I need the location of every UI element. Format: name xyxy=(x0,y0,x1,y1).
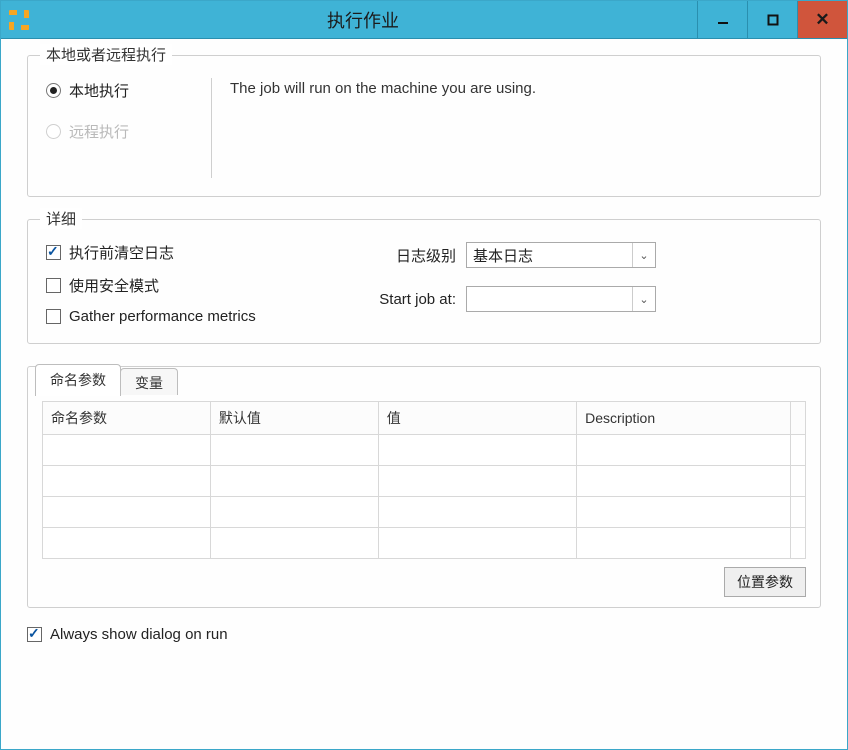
checkbox-always-show-dialog[interactable]: Always show dialog on run xyxy=(27,626,821,643)
checkbox-safe-mode[interactable]: 使用安全模式 xyxy=(46,275,356,296)
col-spacer xyxy=(790,402,805,435)
checkbox-icon xyxy=(27,627,42,642)
chevron-down-icon: ⌄ xyxy=(632,287,655,311)
chevron-down-icon: ⌄ xyxy=(632,243,655,267)
dialog-window: 执行作业 ✕ 本地或者远程执行 本地执行 远程执行 xyxy=(0,0,848,750)
table-row[interactable] xyxy=(43,466,806,497)
parameters-panel: 命名参数 变量 命名参数 默认值 值 Description xyxy=(27,366,821,608)
radio-label: 本地执行 xyxy=(69,80,129,101)
radio-icon xyxy=(46,124,61,139)
details-legend: 详细 xyxy=(40,208,82,229)
radio-label: 远程执行 xyxy=(69,121,129,142)
table-row[interactable] xyxy=(43,435,806,466)
checkbox-icon xyxy=(46,245,61,260)
start-at-label: Start job at: xyxy=(356,291,456,308)
start-at-combo[interactable]: ⌄ xyxy=(466,286,656,312)
titlebar: 执行作业 ✕ xyxy=(1,1,847,39)
app-icon xyxy=(9,10,29,30)
close-button[interactable]: ✕ xyxy=(797,1,847,38)
checkbox-label: Gather performance metrics xyxy=(69,308,256,325)
window-controls: ✕ xyxy=(697,1,847,38)
log-level-combo[interactable]: 基本日志 ⌄ xyxy=(466,242,656,268)
tabs-header: 命名参数 变量 xyxy=(27,366,819,396)
checkbox-label: 执行前清空日志 xyxy=(69,242,174,263)
log-level-label: 日志级别 xyxy=(356,245,456,266)
position-params-button[interactable]: 位置参数 xyxy=(724,567,806,597)
tab-body: 命名参数 默认值 值 Description xyxy=(42,401,806,559)
details-group: 详细 执行前清空日志 使用安全模式 Gather performance met… xyxy=(27,219,821,344)
table-row[interactable] xyxy=(43,528,806,559)
checkbox-gather-metrics[interactable]: Gather performance metrics xyxy=(46,308,356,325)
divider xyxy=(211,78,212,178)
minimize-button[interactable] xyxy=(697,1,747,38)
col-default[interactable]: 默认值 xyxy=(210,402,378,435)
checkbox-clear-log[interactable]: 执行前清空日志 xyxy=(46,242,356,263)
field-start-at: Start job at: ⌄ xyxy=(356,286,802,312)
radio-icon xyxy=(46,83,61,98)
checkbox-label: 使用安全模式 xyxy=(69,275,159,296)
execution-mode-legend: 本地或者远程执行 xyxy=(40,44,172,65)
col-description[interactable]: Description xyxy=(577,402,791,435)
checkbox-icon xyxy=(46,278,61,293)
tab-named-params[interactable]: 命名参数 xyxy=(35,364,121,396)
checkbox-icon xyxy=(46,309,61,324)
tab-variables[interactable]: 变量 xyxy=(120,368,178,395)
execution-description: The job will run on the machine you are … xyxy=(230,78,802,178)
window-title: 执行作业 xyxy=(29,7,697,33)
execution-mode-group: 本地或者远程执行 本地执行 远程执行 The job will run on t… xyxy=(27,55,821,197)
execution-options: 本地执行 远程执行 xyxy=(46,78,211,178)
radio-remote-execution: 远程执行 xyxy=(46,121,211,142)
maximize-button[interactable] xyxy=(747,1,797,38)
checkbox-label: Always show dialog on run xyxy=(50,626,228,643)
log-level-value: 基本日志 xyxy=(473,245,533,266)
radio-local-execution[interactable]: 本地执行 xyxy=(46,80,211,101)
table-header-row: 命名参数 默认值 值 Description xyxy=(43,402,806,435)
field-log-level: 日志级别 基本日志 ⌄ xyxy=(356,242,802,268)
col-value[interactable]: 值 xyxy=(378,402,576,435)
table-row[interactable] xyxy=(43,497,806,528)
params-table: 命名参数 默认值 值 Description xyxy=(42,401,806,559)
dialog-body: 本地或者远程执行 本地执行 远程执行 The job will run on t… xyxy=(1,39,847,749)
col-name[interactable]: 命名参数 xyxy=(43,402,211,435)
